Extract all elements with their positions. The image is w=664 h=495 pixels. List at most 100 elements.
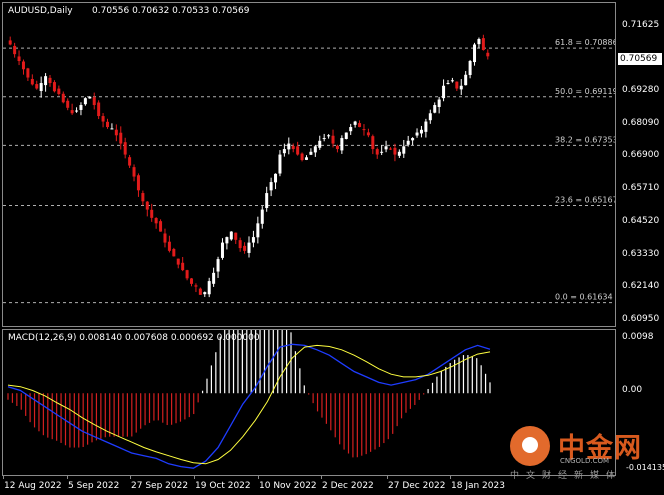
date-axis-label: 18 Jan 2023 <box>451 481 505 491</box>
candle-body <box>238 240 242 249</box>
candle-body <box>406 140 410 145</box>
candle-body <box>70 110 74 114</box>
candle-body <box>92 97 96 106</box>
candle-body <box>101 116 105 122</box>
candle-body <box>247 242 251 253</box>
date-axis-label: 5 Sep 2022 <box>68 481 120 491</box>
fib-level-label: 23.6 = 0.65167 <box>555 195 615 204</box>
candle-body <box>154 218 158 224</box>
candle-body <box>79 105 83 110</box>
candle-body <box>371 136 375 150</box>
candle-body <box>309 151 313 155</box>
fib-level-label: 61.8 = 0.70886 <box>555 38 615 47</box>
candle-body <box>481 38 485 51</box>
candle-body <box>304 157 308 160</box>
candle-body <box>486 52 490 57</box>
price-axis-label: 0.68090 <box>622 117 660 128</box>
candle-body <box>468 61 472 75</box>
candle-body <box>110 128 114 130</box>
candle-body <box>291 146 295 150</box>
candle-body <box>393 147 397 155</box>
candle-body <box>123 142 127 155</box>
chart-window: AUDUSD,Daily 0.70556 0.70632 0.70533 0.7… <box>0 0 664 495</box>
price-axis-label: 0.66900 <box>622 150 660 161</box>
macd-axis-label: 0.00 <box>622 385 643 395</box>
candle-body <box>340 138 344 151</box>
candle-body <box>57 88 61 95</box>
candle-body <box>300 153 304 161</box>
candle-body <box>384 146 388 150</box>
candle-body <box>446 83 450 85</box>
candle-body <box>287 143 291 150</box>
price-axis-label: 0.69280 <box>622 84 660 95</box>
macd-line <box>7 343 491 469</box>
candle-body <box>105 121 109 128</box>
candle-body <box>344 132 348 139</box>
candlestick-plot: 61.8 = 0.70886 50.0 = 0.69119 38.2 = 0.673… <box>3 34 615 304</box>
candle-body <box>296 146 300 155</box>
candle-body <box>415 132 419 136</box>
candle-body <box>251 237 255 243</box>
candle-body <box>75 110 79 112</box>
candle-body <box>362 129 366 131</box>
date-tick <box>450 476 451 479</box>
candle-body <box>455 81 459 89</box>
candle-body <box>411 138 415 141</box>
candle-body <box>13 45 17 55</box>
candle-body <box>229 231 233 240</box>
date-axis-label: 10 Nov 2022 <box>259 481 317 491</box>
candle-body <box>30 78 34 85</box>
candle-body <box>349 127 353 132</box>
candle-body <box>194 285 198 287</box>
candle-body <box>353 121 357 125</box>
candle-body <box>35 84 39 89</box>
candle-body <box>424 121 428 132</box>
candle-body <box>313 146 317 153</box>
fib-level-label: 38.2 = 0.67353 <box>555 135 615 144</box>
price-axis-label: 0.63330 <box>622 248 660 259</box>
candle-body <box>145 201 149 210</box>
candle-body <box>159 221 163 232</box>
candle-body <box>389 148 393 150</box>
candle-body <box>419 129 423 134</box>
candle-body <box>17 56 21 62</box>
candle-body <box>428 113 432 121</box>
candle-body <box>141 193 145 202</box>
candle-body <box>331 135 335 144</box>
candle-body <box>132 167 136 177</box>
candle-body <box>477 39 481 45</box>
candle-body <box>136 175 140 191</box>
candle-body <box>216 259 220 272</box>
price-axis-label: 0.60950 <box>622 314 660 324</box>
candle-body <box>181 262 185 271</box>
watermark: 中金网 CNGOLD.COM 中文财经新媒体 <box>506 424 664 481</box>
signal-line <box>7 344 491 465</box>
candle-body <box>380 151 384 153</box>
candle-body <box>464 74 468 86</box>
candle-body <box>44 76 48 86</box>
date-tick <box>321 476 322 479</box>
candle-body <box>83 98 87 105</box>
candle-body <box>88 96 92 99</box>
candle-body <box>459 85 463 90</box>
candle-body <box>128 157 132 166</box>
candle-body <box>185 270 189 279</box>
candle-body <box>243 245 247 251</box>
candle-body <box>318 140 322 148</box>
date-axis-label: 2 Dec 2022 <box>322 481 374 491</box>
candle-body <box>260 209 264 224</box>
price-chart-panel[interactable]: AUDUSD,Daily 0.70556 0.70632 0.70533 0.7… <box>2 2 616 327</box>
price-axis-label: 0.64520 <box>622 215 660 226</box>
price-axis: 0.71625 0.69280 0.68090 0.66900 0.65710 0.645… <box>618 0 664 327</box>
date-tick <box>130 476 131 479</box>
candle-body <box>8 40 12 45</box>
candle-body <box>437 99 441 108</box>
candle-body <box>97 102 101 117</box>
date-tick <box>3 476 4 479</box>
candle-body <box>167 241 171 251</box>
candle-body <box>66 100 70 108</box>
candle-body <box>176 258 180 265</box>
candle-body <box>234 232 238 240</box>
watermark-url: CNGOLD.COM <box>560 457 610 465</box>
candle-body <box>274 173 278 183</box>
